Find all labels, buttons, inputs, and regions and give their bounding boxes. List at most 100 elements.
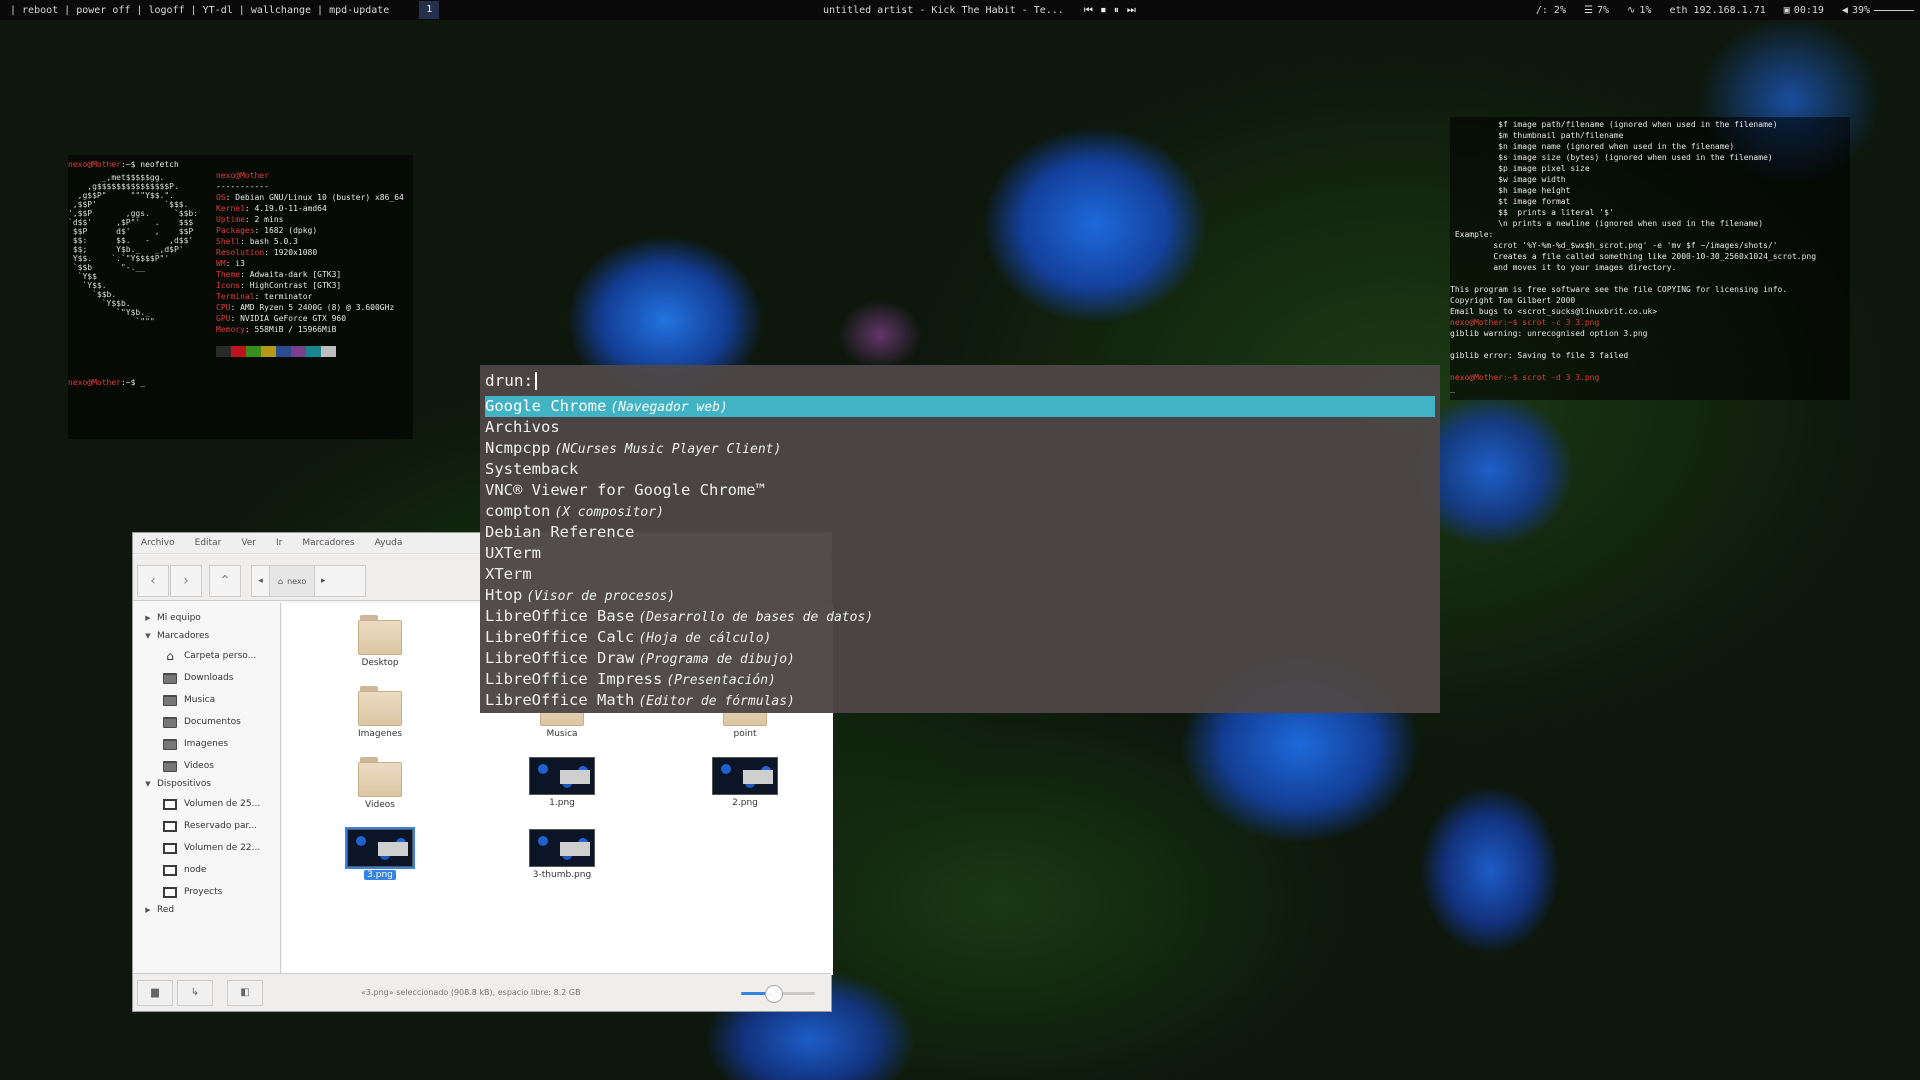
rofi-entry-name: Debian Reference xyxy=(485,523,635,541)
sidebar-item-device[interactable]: Proyects xyxy=(133,883,281,901)
rofi-entry-desc: (Desarrollo de bases de datos) xyxy=(638,610,874,625)
forward-button[interactable]: › xyxy=(170,565,202,597)
file-item[interactable]: Desktop xyxy=(330,615,430,668)
info-value: AMD Ryzen 5 2400G (8) @ 3.600GHz xyxy=(240,303,395,312)
stop-icon[interactable]: ⏹ xyxy=(1101,5,1106,16)
expanded-arrow-icon[interactable]: ▼ xyxy=(143,780,153,788)
neofetch-terminal[interactable]: nexo@Mother:~$ neofetch _,met$$$$$gg. ,g… xyxy=(68,155,413,439)
file-item[interactable]: 1.png xyxy=(512,757,612,808)
info-key: Packages xyxy=(216,226,255,235)
path-crumb-home[interactable]: ⌂ nexo xyxy=(270,566,316,596)
rofi-entry[interactable]: LibreOffice Calc (Hoja de cálculo) xyxy=(485,627,1435,648)
terminal-line: $p image pixel size xyxy=(1450,164,1590,173)
rofi-entry[interactable]: UXTerm xyxy=(485,543,1435,564)
file-name: 3-thumb.png xyxy=(532,870,592,880)
file-item[interactable]: 3.png xyxy=(330,827,430,880)
rofi-entry[interactable]: Ncmpcpp (NCurses Music Player Client) xyxy=(485,438,1435,459)
info-separator: ----------- xyxy=(216,182,269,191)
system-info: nexo@Mother ----------- OS: Debian GNU/L… xyxy=(216,170,404,335)
file-name: 2.png xyxy=(732,798,758,808)
rofi-entry[interactable]: compton (X compositor) xyxy=(485,501,1435,522)
cpu-status: ∿ 1% xyxy=(1627,5,1651,16)
collapsed-arrow-icon[interactable]: ▶ xyxy=(143,906,153,914)
sidebar-item-bookmark[interactable]: Imagenes xyxy=(133,735,281,753)
info-key: OS xyxy=(216,193,226,202)
rofi-entry[interactable]: LibreOffice Math (Editor de fórmulas) xyxy=(485,690,1435,711)
menu-item-ver[interactable]: Ver xyxy=(241,538,256,548)
memory-value: 7% xyxy=(1596,4,1609,16)
file-item[interactable]: Imagenes xyxy=(330,686,430,739)
rofi-entry[interactable]: XTerm xyxy=(485,564,1435,585)
menu-item-ir[interactable]: Ir xyxy=(276,538,282,548)
top-bar: | reboot | power off | logoff | YT-dl | … xyxy=(0,0,1920,20)
path-crumb-label: nexo xyxy=(287,576,307,586)
rofi-prompt: drun: xyxy=(485,371,1436,390)
file-item[interactable]: Videos xyxy=(330,757,430,810)
file-item[interactable]: 3-thumb.png xyxy=(512,829,612,880)
sidebar-item-bookmark[interactable]: Documentos xyxy=(133,713,281,731)
info-key: WM xyxy=(216,259,226,268)
file-item[interactable]: 2.png xyxy=(695,757,795,808)
sidebar-item-device[interactable]: Volumen de 22... xyxy=(133,839,281,857)
rofi-entry[interactable]: LibreOffice Draw (Programa de dibujo) xyxy=(485,648,1435,669)
sidebar-toggle-button[interactable]: ◧ xyxy=(227,980,263,1006)
rofi-entry-desc: (Editor de fórmulas) xyxy=(638,694,795,709)
scrot-terminal[interactable]: $f image path/filename (ignored when use… xyxy=(1450,117,1850,400)
rofi-entry[interactable]: Htop (Visor de procesos) xyxy=(485,585,1435,606)
info-key: CPU xyxy=(216,303,231,312)
terminal-line: Creates a file called something like 200… xyxy=(1450,252,1817,261)
rofi-entry[interactable]: Archivos xyxy=(485,417,1435,438)
rofi-search-input[interactable] xyxy=(535,371,1436,390)
pause-icon[interactable]: ⏸ xyxy=(1114,5,1119,16)
network-status: eth 192.168.1.71 xyxy=(1669,4,1766,16)
menu-item-marcadores[interactable]: Marcadores xyxy=(302,538,354,548)
expanded-arrow-icon[interactable]: ▼ xyxy=(143,632,153,640)
rofi-entry[interactable]: LibreOffice Base (Desarrollo de bases de … xyxy=(485,606,1435,627)
menu-item-archivo[interactable]: Archivo xyxy=(141,538,175,548)
tree-toggle-button[interactable]: ↳ xyxy=(177,980,213,1006)
collapsed-arrow-icon[interactable]: ▶ xyxy=(143,614,153,622)
rofi-entry[interactable]: Debian Reference xyxy=(485,522,1435,543)
path-right-arrow[interactable]: ▸ xyxy=(315,566,331,596)
sidebar-mi-equipo[interactable]: ▶ Mi equipo xyxy=(133,609,281,627)
folder-body xyxy=(358,620,402,655)
sidebar-red[interactable]: ▶ Red xyxy=(133,901,281,919)
sidebar-item-device[interactable]: node xyxy=(133,861,281,879)
sidebar-item-bookmark[interactable]: Downloads xyxy=(133,669,281,687)
rofi-entry-desc: (Hoja de cálculo) xyxy=(638,631,772,646)
info-row: WM: i3 xyxy=(216,258,404,269)
rofi-entry[interactable]: VNC® Viewer for Google Chrome™ xyxy=(485,480,1435,501)
up-button[interactable]: ⌃ xyxy=(209,565,241,597)
rofi-entry[interactable]: Google Chrome (Navegador web) xyxy=(485,396,1435,417)
zoom-slider[interactable] xyxy=(741,985,815,1003)
menu-item-ayuda[interactable]: Ayuda xyxy=(375,538,403,548)
sidebar-item-device[interactable]: Volumen de 25... xyxy=(133,795,281,813)
path-left-arrow[interactable]: ◂ xyxy=(252,566,270,596)
command-links[interactable]: | reboot | power off | logoff | YT-dl | … xyxy=(10,5,389,16)
sidebar-item-device[interactable]: Reservado par... xyxy=(133,817,281,835)
workspace-1-button[interactable]: 1 xyxy=(419,1,440,19)
places-toggle-button[interactable]: ▆ xyxy=(137,980,173,1006)
rofi-entry[interactable]: LibreOffice Impress (Presentación) xyxy=(485,669,1435,690)
rofi-entry-desc: (X compositor) xyxy=(554,505,664,520)
back-button[interactable]: ‹ xyxy=(137,565,169,597)
menu-item-editar[interactable]: Editar xyxy=(195,538,222,548)
rofi-entry[interactable]: Systemback xyxy=(485,459,1435,480)
volume-bar[interactable] xyxy=(1874,9,1914,11)
prev-track-icon[interactable]: ⏮ xyxy=(1084,5,1093,16)
zoom-slider-knob[interactable] xyxy=(765,985,784,1003)
terminal-line: $s image size (bytes) (ignored when used… xyxy=(1450,153,1773,162)
sidebar-dispositivos[interactable]: ▼ Dispositivos xyxy=(133,775,281,793)
sidebar-item-bookmark[interactable]: ⌂ Carpeta perso... xyxy=(133,647,281,665)
info-colon: : xyxy=(230,314,241,323)
volume-status[interactable]: ◀ 39% xyxy=(1842,5,1914,16)
sidebar-item-device-label: Volumen de 25... xyxy=(184,799,261,809)
sidebar-item-bookmark[interactable]: Musica xyxy=(133,691,281,709)
next-track-icon[interactable]: ⏭ xyxy=(1127,5,1136,16)
sidebar-marcadores[interactable]: ▼ Marcadores xyxy=(133,627,281,645)
terminal-line: $n image name (ignored when used in the … xyxy=(1450,142,1735,151)
sidebar-item-bookmark[interactable]: Videos xyxy=(133,757,281,775)
info-row: Terminal: terminator xyxy=(216,291,404,302)
terminal-line: nexo@Mother:~$ scrot -c 3 3.png xyxy=(1450,318,1600,327)
rofi-result-list: Google Chrome (Navegador web) Archivos Ncmp… xyxy=(485,396,1435,711)
